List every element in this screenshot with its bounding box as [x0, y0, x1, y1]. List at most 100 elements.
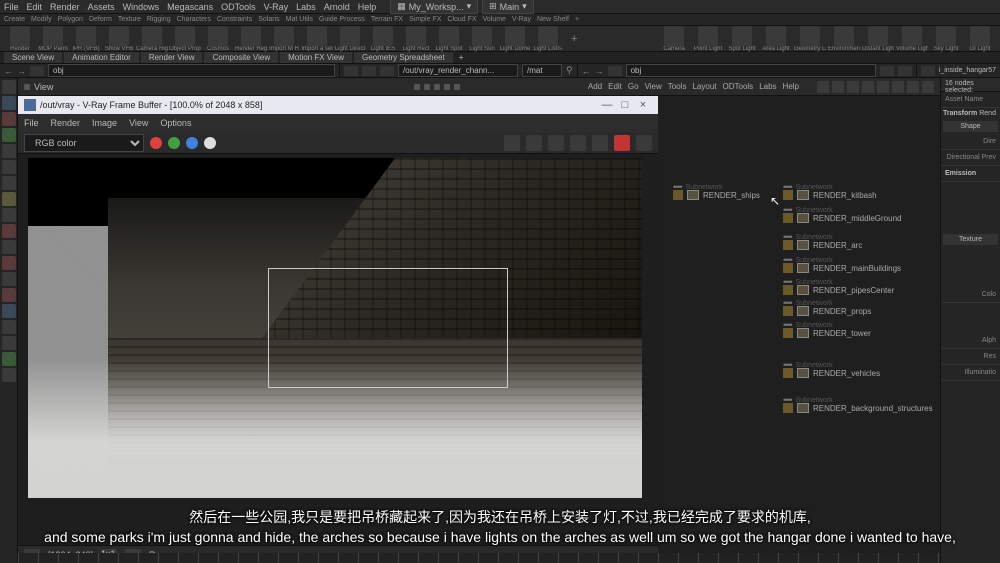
- menu-render[interactable]: Render: [50, 2, 80, 12]
- tool-icon[interactable]: [2, 272, 16, 286]
- view-icon[interactable]: [24, 84, 30, 90]
- path-icon[interactable]: [362, 66, 376, 76]
- tab-sceneview[interactable]: Scene View: [4, 52, 62, 63]
- net-menu-help[interactable]: Help: [783, 82, 799, 91]
- tool-icon[interactable]: [2, 192, 16, 206]
- path-left[interactable]: [48, 64, 335, 77]
- fwd-arrow-icon[interactable]: →: [17, 66, 26, 76]
- tab-transform[interactable]: Transform: [943, 110, 977, 117]
- vfb-menu-file[interactable]: File: [24, 118, 39, 128]
- network-node[interactable]: ••••SubnetworkRENDER_kitbash: [783, 182, 833, 192]
- shelf-importsel-icon[interactable]: [307, 26, 327, 46]
- shelf-tab[interactable]: Create: [4, 16, 25, 23]
- network-view[interactable]: ↖ ••••SubnetworkRENDER_ships••••Subnetwo…: [658, 96, 940, 563]
- shelf-render-icon[interactable]: [10, 26, 30, 46]
- shelf-camera-icon[interactable]: [664, 26, 684, 46]
- shelf-add[interactable]: +: [571, 33, 577, 45]
- shelf-arealight-icon[interactable]: [766, 26, 786, 46]
- texture-button[interactable]: Texture: [943, 234, 998, 245]
- shelf-tab[interactable]: New Shelf: [537, 16, 569, 23]
- shelf-lightdirect-icon[interactable]: [340, 26, 360, 46]
- shelf-tab[interactable]: Mat Utils: [286, 16, 313, 23]
- workspace-selector[interactable]: ▦My_Worksp...▾: [390, 0, 478, 14]
- shelf-tab[interactable]: Guide Process: [319, 16, 365, 23]
- tool-icon[interactable]: [2, 144, 16, 158]
- view-tool-icon[interactable]: [444, 84, 450, 90]
- vfb-titlebar[interactable]: /out/vray - V-Ray Frame Buffer - [100.0%…: [18, 96, 658, 114]
- tool-icon[interactable]: [2, 288, 16, 302]
- tool-icon[interactable]: [2, 304, 16, 318]
- green-channel-button[interactable]: [168, 137, 180, 149]
- context-selector[interactable]: ⊞Main▾: [482, 0, 534, 14]
- tool-icon[interactable]: [2, 352, 16, 366]
- menu-megascans[interactable]: Megascans: [167, 2, 213, 12]
- network-node[interactable]: ••••SubnetworkRENDER_ships: [673, 182, 723, 192]
- path-icon[interactable]: [898, 66, 912, 76]
- net-menu-edit[interactable]: Edit: [608, 82, 622, 91]
- menu-edit[interactable]: Edit: [27, 2, 43, 12]
- vfb-tool-icon[interactable]: [636, 135, 652, 151]
- tab-motionfx[interactable]: Motion FX View: [280, 52, 352, 63]
- shelf-pointlight-icon[interactable]: [698, 26, 718, 46]
- path-icon[interactable]: [921, 66, 935, 76]
- path-icon[interactable]: [608, 66, 622, 76]
- tab-render[interactable]: Rend: [979, 110, 996, 117]
- vfb-menu-image[interactable]: Image: [92, 118, 117, 128]
- net-tool-icon[interactable]: [877, 81, 889, 93]
- shelf-tab[interactable]: Polygon: [58, 16, 83, 23]
- shelf-mop-icon[interactable]: [43, 26, 63, 46]
- net-tool-icon[interactable]: [832, 81, 844, 93]
- menu-windows[interactable]: Windows: [123, 2, 160, 12]
- shelf-importmh-icon[interactable]: [274, 26, 294, 46]
- tool-icon[interactable]: [2, 176, 16, 190]
- shelf-tab[interactable]: Simple FX: [409, 16, 441, 23]
- path-mid2[interactable]: [522, 64, 562, 77]
- view-tool-icon[interactable]: [414, 84, 420, 90]
- tool-icon[interactable]: [2, 208, 16, 222]
- network-node[interactable]: ••••SubnetworkRENDER_background_structur…: [783, 395, 833, 405]
- shelf-lightsun-icon[interactable]: [472, 26, 492, 46]
- shelf-objprop-icon[interactable]: [175, 26, 195, 46]
- shelf-distantlight-icon[interactable]: [868, 26, 888, 46]
- tool-icon[interactable]: [2, 256, 16, 270]
- shelf-tab[interactable]: Solaris: [258, 16, 279, 23]
- shelf-volumelight-icon[interactable]: [902, 26, 922, 46]
- menu-odtools[interactable]: ODTools: [221, 2, 256, 12]
- menu-vray[interactable]: V-Ray: [264, 2, 289, 12]
- net-tool-icon[interactable]: [892, 81, 904, 93]
- rotate-tool-icon[interactable]: [2, 112, 16, 126]
- move-tool-icon[interactable]: [2, 96, 16, 110]
- shelf-tab[interactable]: Characters: [177, 16, 211, 23]
- blue-channel-button[interactable]: [186, 137, 198, 149]
- shelf-tab[interactable]: V-Ray: [512, 16, 531, 23]
- network-node[interactable]: ••••SubnetworkRENDER_vehicles: [783, 360, 833, 370]
- shelf-lightdome-icon[interactable]: [505, 26, 525, 46]
- back-arrow-icon[interactable]: ←: [4, 66, 13, 76]
- path-net[interactable]: [626, 64, 876, 77]
- path-icon[interactable]: [344, 66, 358, 76]
- tool-icon[interactable]: [2, 368, 16, 382]
- shelf-tab[interactable]: Cloud FX: [447, 16, 476, 23]
- add-view-tab[interactable]: +: [459, 53, 464, 62]
- tool-icon[interactable]: [2, 224, 16, 238]
- shelf-cosmos-icon[interactable]: [208, 26, 228, 46]
- channel-selector[interactable]: RGB color: [24, 134, 144, 152]
- shelf-envlight-icon[interactable]: [834, 26, 854, 46]
- tool-icon[interactable]: [2, 320, 16, 334]
- network-node[interactable]: ••••SubnetworkRENDER_tower: [783, 320, 833, 330]
- render-region-box[interactable]: [268, 268, 508, 388]
- vfb-menu-render[interactable]: Render: [51, 118, 81, 128]
- shelf-tab[interactable]: Rigging: [147, 16, 171, 23]
- minimize-button[interactable]: —: [598, 99, 616, 111]
- net-tool-icon[interactable]: [907, 81, 919, 93]
- shelf-tab[interactable]: Texture: [118, 16, 141, 23]
- close-button[interactable]: ×: [634, 99, 652, 111]
- shelf-geomlight-icon[interactable]: [800, 26, 820, 46]
- net-menu-view[interactable]: View: [645, 82, 662, 91]
- back-arrow-icon[interactable]: ←: [582, 66, 591, 76]
- menu-labs[interactable]: Labs: [296, 2, 316, 12]
- vfb-region-icon[interactable]: [548, 135, 564, 151]
- fwd-arrow-icon[interactable]: →: [595, 66, 604, 76]
- shelf-spotlight-icon[interactable]: [732, 26, 752, 46]
- add-shelf-tab[interactable]: +: [575, 16, 579, 23]
